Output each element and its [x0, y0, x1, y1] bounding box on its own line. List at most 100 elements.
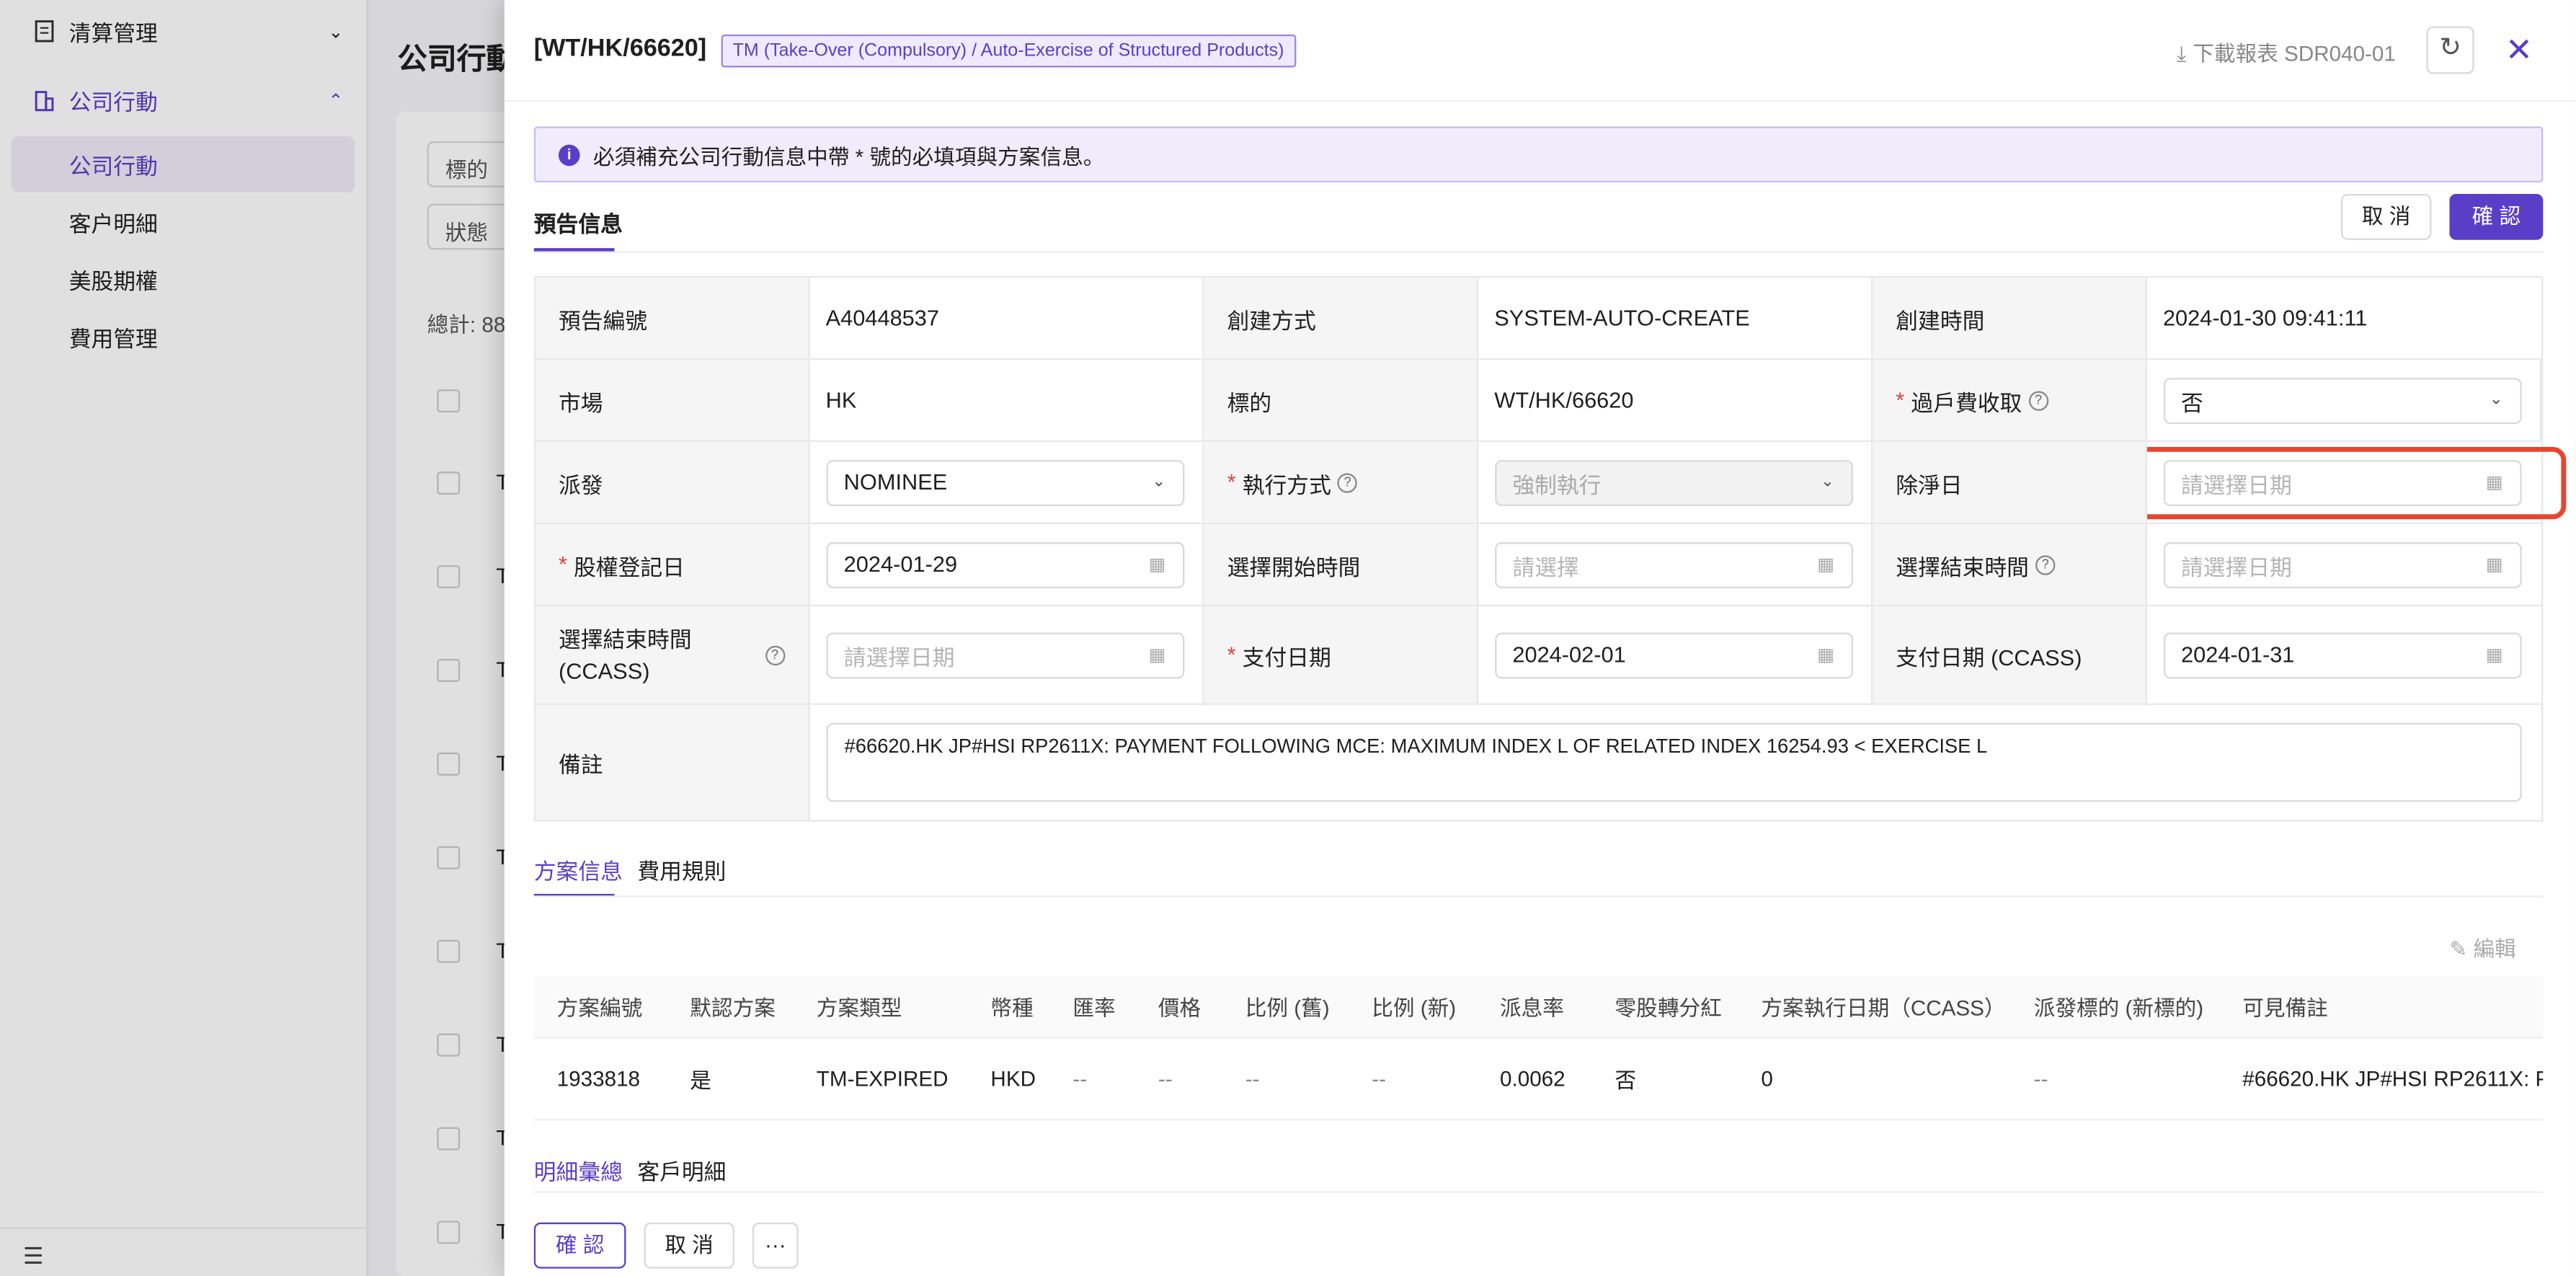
download-report-link[interactable]: ⤓ 下載報表 SDR040-01 — [2177, 36, 2396, 67]
column-header: 方案執行日期（CCASS） — [1761, 996, 2006, 1021]
drawer-title: [WT/HK/66620] — [533, 34, 707, 63]
column-header: 比例 (新) — [1372, 996, 1457, 1021]
select-start-picker[interactable]: 請選擇 ▦ — [1494, 541, 1853, 588]
column-header: 價格 — [1158, 996, 1202, 1021]
distribution-value: NOMINEE — [843, 469, 948, 495]
tab-fee-rules[interactable]: 費用規則 — [637, 853, 726, 886]
calendar-icon: ▦ — [2486, 645, 2503, 666]
select-end-ccass-label: 選擇結束時間 (CCASS) — [558, 626, 692, 683]
calendar-icon: ▦ — [1817, 555, 1835, 575]
tab-detail-summary[interactable]: 明細彙總 — [534, 1153, 623, 1187]
select-start-label: 選擇開始時間 — [1204, 524, 1478, 605]
table-cell: -- — [1158, 1066, 1173, 1091]
plan-table: 方案編號 默認方案 方案類型 幣種 匯率 價格 比例 (舊) 比例 (新) 派息… — [533, 975, 2544, 1121]
info-alert: i 必須補充公司行動信息中帶 * 號的必填項與方案信息。 — [533, 126, 2544, 183]
ex-date-picker[interactable]: 請選擇日期 ▦ — [2162, 459, 2521, 505]
event-type-tag: TM (Take-Over (Compulsory) / Auto-Exerci… — [721, 34, 1296, 68]
record-date-cell: 2024-01-29 ▦ — [809, 524, 1204, 605]
alert-text: 必須補充公司行動信息中帶 * 號的必填項與方案信息。 — [592, 143, 1105, 169]
notice-no-value: A40448537 — [809, 278, 1204, 358]
calendar-icon: ▦ — [1817, 645, 1835, 666]
help-icon[interactable]: ? — [2035, 554, 2056, 575]
chevron-down-icon: ⌄ — [1152, 473, 1166, 492]
required-marker: * — [1896, 387, 1905, 413]
exec-method-label: 執行方式 — [1242, 472, 1331, 497]
table-cell: 1933818 — [556, 1066, 641, 1091]
select-end-ccass-label-cell: 選擇結束時間 (CCASS)? — [536, 606, 809, 704]
pay-date-ccass-value: 2024-01-31 — [2181, 642, 2295, 668]
pay-date-ccass-picker[interactable]: 2024-01-31 ▦ — [2162, 632, 2521, 678]
select-end-placeholder: 請選擇日期 — [2181, 554, 2292, 580]
edit-button[interactable]: ✎ 編輯 — [2449, 931, 2515, 962]
underlying-label: 標的 — [1204, 360, 1478, 440]
select-end-ccass-picker[interactable]: 請選擇日期 ▦ — [825, 632, 1184, 678]
remark-label: 備註 — [536, 704, 810, 820]
more-button[interactable]: ··· — [752, 1222, 799, 1269]
required-marker: * — [1227, 469, 1236, 495]
underlying-value: WT/HK/66620 — [1478, 360, 1873, 440]
pay-date-label-cell: * 支付日期 — [1204, 606, 1478, 704]
column-header: 方案類型 — [816, 996, 902, 1021]
tab-plan-info[interactable]: 方案信息 — [534, 853, 623, 886]
select-end-label: 選擇結束時間 — [1896, 554, 2029, 580]
table-cell: 否 — [1615, 1068, 1637, 1093]
exec-method-label-cell: * 執行方式? — [1204, 442, 1478, 523]
footer-cancel-button[interactable]: 取 消 — [644, 1222, 734, 1269]
select-end-picker[interactable]: 請選擇日期 ▦ — [2162, 541, 2521, 588]
help-icon[interactable]: ? — [2028, 390, 2048, 410]
refresh-icon: ↻ — [2439, 34, 2461, 63]
select-end-cell: 請選擇日期 ▦ — [2146, 524, 2541, 605]
table-cell: -- — [2033, 1066, 2048, 1091]
market-label: 市場 — [536, 360, 809, 440]
footer-confirm-button[interactable]: 確 認 — [533, 1222, 626, 1269]
close-button[interactable]: ✕ — [2505, 30, 2533, 71]
transfer-fee-select[interactable]: 否 ⌄ — [2162, 377, 2521, 423]
tab-divider — [533, 251, 2544, 254]
transfer-fee-cell: 否 ⌄ — [2146, 360, 2542, 440]
table-cell: -- — [1072, 1066, 1088, 1091]
select-end-label-cell: 選擇結束時間? — [1873, 524, 2147, 605]
record-date-picker[interactable]: 2024-01-29 ▦ — [825, 541, 1184, 588]
help-icon[interactable]: ? — [1337, 472, 1358, 492]
chevron-down-icon: ⌄ — [1820, 473, 1835, 492]
calendar-icon: ▦ — [2486, 555, 2503, 575]
pay-date-ccass-cell: 2024-01-31 ▦ — [2146, 606, 2541, 703]
pay-date-ccass-label: 支付日期 (CCASS) — [1873, 606, 2147, 704]
column-header: 幣種 — [990, 996, 1034, 1021]
pay-date-cell: 2024-02-01 ▦ — [1478, 606, 1873, 704]
distribution-select[interactable]: NOMINEE ⌄ — [825, 459, 1184, 505]
download-label: 下載報表 SDR040-01 — [2193, 40, 2396, 66]
edit-icon: ✎ — [2449, 936, 2474, 962]
pay-date-picker[interactable]: 2024-02-01 ▦ — [1494, 632, 1853, 678]
transfer-fee-label: 過戶費收取 — [1911, 390, 2022, 415]
calendar-icon: ▦ — [1148, 555, 1166, 575]
create-time-value: 2024-01-30 09:41:11 — [2162, 305, 2368, 331]
tab-notice-info[interactable]: 預告信息 — [534, 205, 623, 239]
transfer-fee-value: 否 — [2181, 390, 2203, 415]
help-icon[interactable]: ? — [765, 644, 785, 665]
pay-date-label: 支付日期 — [1242, 644, 1331, 670]
select-start-cell: 請選擇 ▦ — [1478, 524, 1873, 605]
notice-form: 預告編號 A40448537 創建方式 SYSTEM-AUTO-CREATE 創… — [533, 275, 2567, 822]
create-method-value: SYSTEM-AUTO-CREATE — [1478, 278, 1873, 358]
refresh-button[interactable]: ↻ — [2426, 26, 2474, 74]
ex-date-label: 除淨日 — [1873, 442, 2147, 523]
select-end-ccass-cell: 請選擇日期 ▦ — [809, 606, 1204, 704]
table-row[interactable]: 1933818 是 TM-EXPIRED HKD -- -- -- -- 0.0… — [533, 1039, 2544, 1121]
pay-date-value: 2024-02-01 — [1512, 642, 1626, 668]
remark-textarea[interactable]: #66620.HK JP#HSI RP2611X: PAYMENT FOLLOW… — [826, 722, 2522, 802]
close-icon: ✕ — [2505, 32, 2533, 69]
select-end-ccass-placeholder: 請選擇日期 — [843, 644, 955, 670]
table-cell: -- — [1372, 1066, 1386, 1091]
confirm-button[interactable]: 確 認 — [2449, 193, 2544, 240]
tab-client-detail[interactable]: 客戶明細 — [637, 1153, 726, 1187]
table-cell: 0 — [1761, 1066, 1773, 1091]
column-header: 派息率 — [1500, 996, 1564, 1021]
required-marker: * — [1227, 642, 1236, 668]
edit-label: 編輯 — [2473, 936, 2516, 962]
exec-method-cell: 強制執行 ⌄ — [1478, 442, 1873, 523]
download-icon: ⤓ — [2177, 40, 2187, 66]
cancel-button[interactable]: 取 消 — [2341, 193, 2432, 240]
table-cell: TM-EXPIRED — [816, 1066, 949, 1091]
transfer-fee-label-cell: * 過戶費收取? — [1873, 360, 2147, 440]
